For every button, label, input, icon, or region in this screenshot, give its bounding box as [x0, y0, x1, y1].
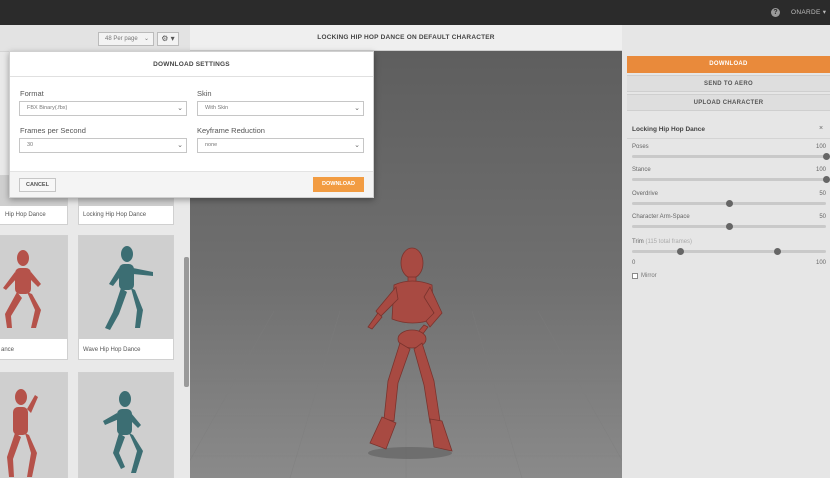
- divider: [627, 138, 830, 139]
- close-icon[interactable]: ×: [819, 125, 823, 132]
- format-select[interactable]: FBX Binary(.fbx) ⌄: [19, 101, 187, 116]
- trim-end-handle[interactable]: [774, 248, 781, 255]
- trim-slider[interactable]: [632, 248, 826, 255]
- format-value: FBX Binary(.fbx): [27, 105, 68, 111]
- slider-value: 100: [815, 144, 826, 150]
- skin-label: Skin: [197, 89, 212, 98]
- trim-subtitle: (115 total frames): [645, 239, 693, 245]
- fps-label: Frames per Second: [20, 126, 86, 135]
- animation-card[interactable]: [0, 372, 68, 478]
- trim-max: 100: [815, 260, 826, 266]
- fps-value: 30: [27, 142, 34, 148]
- keyframe-value: none: [205, 142, 218, 148]
- per-page-value: 48 Per page: [105, 36, 138, 42]
- settings-panel: DOWNLOAD SEND TO AERO UPLOAD CHARACTER L…: [622, 25, 830, 478]
- download-settings-modal: DOWNLOAD SETTINGS Format FBX Binary(.fbx…: [9, 51, 374, 198]
- format-label: Format: [20, 89, 44, 98]
- animation-card-label: Wave Hip Hop Dance: [83, 347, 141, 353]
- animation-card-label: Hip Hop Dance: [5, 212, 46, 218]
- keyframe-select[interactable]: none ⌄: [197, 138, 364, 153]
- modal-download-button[interactable]: DOWNLOAD: [313, 177, 364, 192]
- animation-thumbnail: [0, 373, 67, 478]
- slider-value: 50: [819, 214, 826, 220]
- slider-label: Poses: [632, 144, 649, 150]
- slider-label: Stance: [632, 167, 651, 173]
- skin-select[interactable]: With Skin ⌄: [197, 101, 364, 116]
- setting-slider[interactable]: [632, 176, 830, 183]
- animation-card[interactable]: Wave Hip Hop Dance: [78, 235, 174, 360]
- download-button[interactable]: DOWNLOAD: [627, 56, 830, 73]
- animation-card-label: Locking Hip Hop Dance: [83, 212, 147, 218]
- setting-slider[interactable]: [632, 223, 826, 230]
- modal-footer: CANCEL DOWNLOAD: [10, 171, 373, 197]
- animation-card[interactable]: [78, 372, 174, 478]
- viewer-title: LOCKING HIP HOP DANCE ON DEFAULT CHARACT…: [190, 25, 622, 51]
- chevron-down-icon: ⌄: [177, 142, 183, 149]
- chevron-down-icon: ⌄: [177, 105, 183, 112]
- slider-value: 50: [819, 191, 826, 197]
- settings-gear-button[interactable]: ⚙ ▾: [157, 32, 179, 46]
- mirror-checkbox[interactable]: [632, 273, 638, 279]
- animation-card[interactable]: ance: [0, 235, 68, 360]
- slider-handle[interactable]: [822, 176, 830, 183]
- slider-label: Overdrive: [632, 191, 659, 197]
- per-page-select[interactable]: 48 Per page ⌄: [98, 32, 154, 46]
- chevron-down-icon: ⌄: [354, 142, 360, 149]
- send-to-aero-button[interactable]: SEND TO AERO: [627, 75, 830, 92]
- setting-slider[interactable]: [632, 153, 830, 160]
- cancel-button[interactable]: CANCEL: [19, 178, 56, 192]
- library-scrollbar[interactable]: [184, 257, 189, 387]
- mirror-label: Mirror: [641, 273, 657, 279]
- modal-title: DOWNLOAD SETTINGS: [10, 52, 373, 77]
- slider-label: Character Arm-Space: [632, 214, 690, 220]
- keyframe-label: Keyframe Reduction: [197, 126, 265, 135]
- animation-thumbnail: [79, 373, 173, 478]
- help-icon[interactable]: ?: [771, 8, 780, 17]
- chevron-down-icon: ⌄: [354, 105, 360, 112]
- trim-title: Trim: [632, 239, 644, 245]
- setting-slider[interactable]: [632, 200, 826, 207]
- slider-handle[interactable]: [822, 153, 830, 160]
- fps-select[interactable]: 30 ⌄: [19, 138, 187, 153]
- slider-value: 100: [815, 167, 826, 173]
- library-toolbar: 48 Per page ⌄ ⚙ ▾: [0, 25, 190, 52]
- slider-handle[interactable]: [725, 223, 733, 230]
- animation-title: Locking Hip Hop Dance: [632, 126, 705, 133]
- animation-thumbnail: [79, 236, 173, 339]
- chevron-down-icon: ⌄: [143, 36, 149, 42]
- skin-value: With Skin: [205, 105, 229, 111]
- trim-start-handle[interactable]: [677, 248, 684, 255]
- upload-character-button[interactable]: UPLOAD CHARACTER: [627, 94, 830, 111]
- animation-card-label: ance: [1, 347, 15, 353]
- trim-label: Trim (115 total frames): [632, 239, 692, 245]
- animation-thumbnail: [0, 236, 67, 339]
- trim-min: 0: [632, 260, 636, 266]
- top-bar: ? ONARDE ▾: [0, 0, 830, 25]
- user-menu[interactable]: ONARDE ▾: [791, 8, 826, 16]
- slider-handle[interactable]: [725, 200, 733, 207]
